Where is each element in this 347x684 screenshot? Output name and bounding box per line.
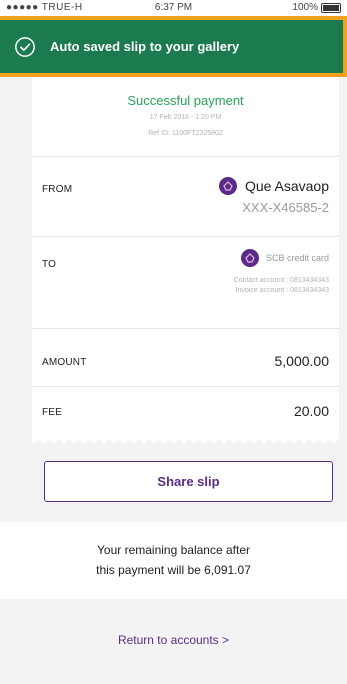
payment-status: Successful payment (127, 93, 244, 108)
from-account-number: XXX-X46585-2 (242, 200, 329, 215)
remaining-balance-text: Your remaining balance after this paymen… (0, 540, 347, 580)
balance-line-2: this payment will be 6,091.07 (96, 563, 251, 577)
divider (32, 236, 339, 237)
fee-value: 20.00 (293, 403, 329, 419)
to-account-name: SCB credit card (265, 253, 329, 263)
scb-bank-icon (240, 249, 259, 267)
balance-panel: Your remaining balance after this paymen… (0, 522, 347, 599)
share-slip-button[interactable]: Share slip (44, 461, 333, 502)
battery-indicator: 100% (292, 0, 341, 16)
from-account-name-row: Que Asavaop (218, 177, 329, 195)
battery-percent: 100% (292, 2, 318, 13)
battery-icon (321, 3, 341, 13)
from-label: FROM (42, 184, 73, 195)
to-account-name-row: SCB credit card (234, 249, 329, 267)
amount-value: 5,000.00 (274, 353, 330, 369)
divider (32, 386, 339, 387)
toast-message: Auto saved slip to your gallery (50, 39, 240, 54)
payment-date: 17 Feb 2016 - 1:20 PM (149, 114, 222, 121)
status-bar: ●●●●● TRUE-H 6:37 PM 100% (0, 0, 347, 16)
from-account-name: Que Asavaop (244, 178, 329, 194)
slip-torn-edge (32, 437, 339, 444)
from-block: Que Asavaop XXX-X46585-2 (218, 177, 329, 215)
amount-label: AMOUNT (42, 357, 87, 368)
return-to-accounts-link[interactable]: Return to accounts > (0, 633, 347, 647)
auto-save-toast: Auto saved slip to your gallery (0, 16, 347, 77)
check-circle-icon (15, 36, 35, 57)
divider (32, 328, 339, 329)
divider (32, 156, 339, 157)
reference-id: Ref ID: 1100FT2325802 (148, 130, 223, 137)
payment-slip: Successful payment 17 Feb 2016 - 1:20 PM… (32, 77, 339, 444)
to-label: TO (42, 259, 57, 270)
contact-account: Contact account : 0813434343 (233, 277, 329, 284)
to-block: SCB credit card Contact account : 081343… (234, 249, 329, 294)
fee-label: FEE (42, 407, 63, 418)
balance-line-1: Your remaining balance after (97, 543, 250, 557)
invoice-account: Invoice account : 0813434343 (235, 287, 329, 294)
scb-bank-icon (218, 177, 237, 195)
